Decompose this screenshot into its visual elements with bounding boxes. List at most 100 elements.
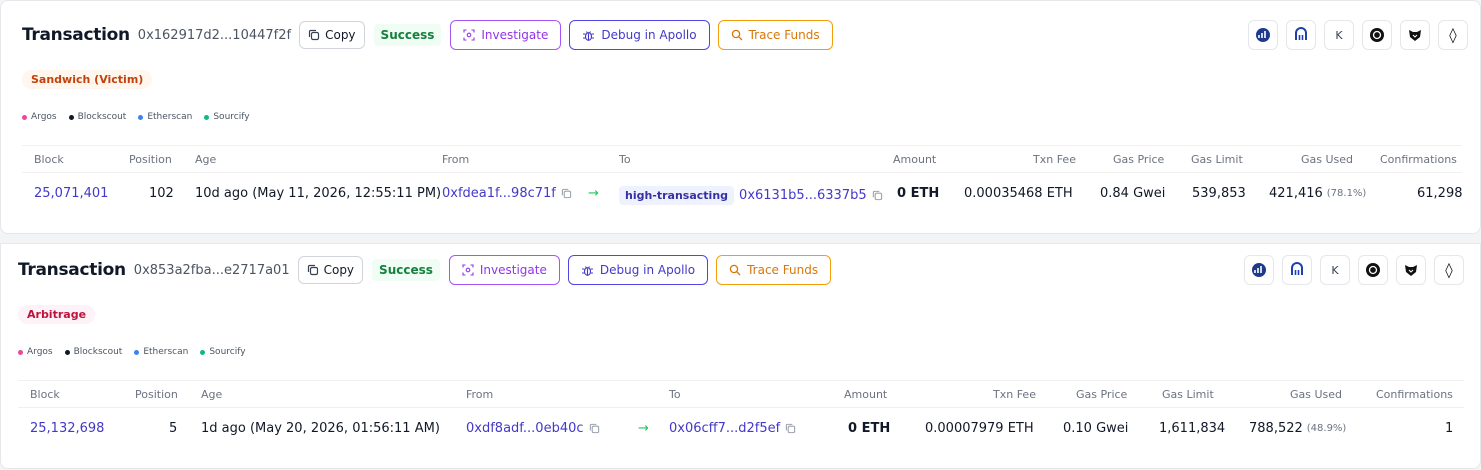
chart-logo-icon[interactable] [1248, 20, 1278, 50]
confirmations-value: 61,298 [1417, 186, 1463, 201]
col-gas-price: Gas Price [1113, 153, 1165, 166]
copy-icon [308, 29, 320, 41]
source-label: Argos [31, 112, 57, 122]
col-gas-limit: Gas Limit [1162, 388, 1214, 401]
search-icon [729, 264, 741, 276]
debug-button[interactable]: Debug in Apollo [567, 255, 709, 285]
from-address-link[interactable]: 0xfdea1f...98c71f [442, 186, 556, 201]
copy-icon[interactable] [785, 423, 796, 434]
source-blockscout[interactable]: Blockscout [68, 112, 126, 122]
col-to: To [669, 388, 681, 401]
ethereum-icon[interactable]: ◊ [1438, 20, 1468, 50]
from-address-link[interactable]: 0xdf8adf...0eb40c [466, 421, 584, 436]
to-address-link[interactable]: 0x06cff7...d2f5ef [669, 421, 780, 436]
debug-label: Debug in Apollo [601, 28, 697, 42]
source-sourcify[interactable]: Sourcify [200, 347, 246, 357]
investigate-icon [463, 29, 475, 41]
gas-used-percent: (48.9%) [1306, 423, 1347, 434]
copy-icon[interactable] [872, 190, 883, 201]
k-glyph: K [1335, 28, 1343, 42]
copy-icon[interactable] [561, 188, 572, 199]
col-gas-limit: Gas Limit [1191, 153, 1243, 166]
to-cell: 0x06cff7...d2f5ef [669, 421, 796, 436]
fox-logo-icon[interactable] [1400, 20, 1430, 50]
gas-limit-value: 1,611,834 [1159, 421, 1226, 436]
source-sourcify[interactable]: Sourcify [204, 112, 250, 122]
col-age: Age [201, 388, 223, 401]
source-etherscan[interactable]: Etherscan [138, 112, 192, 122]
source-etherscan[interactable]: Etherscan [134, 347, 188, 357]
col-gas-price: Gas Price [1076, 388, 1128, 401]
gas-price-value: 0.84 Gwei [1100, 186, 1166, 201]
transaction-hash[interactable]: 0x853a2fba...e2717a01 [134, 263, 290, 278]
chart-logo-icon[interactable] [1244, 255, 1274, 285]
status-badge: Success [373, 24, 442, 46]
copy-label: Copy [325, 28, 356, 42]
debug-button[interactable]: Debug in Apollo [569, 20, 710, 50]
table-header [22, 145, 1462, 173]
gas-price-value: 0.10 Gwei [1063, 421, 1129, 436]
fox-logo-icon[interactable] [1396, 255, 1426, 285]
investigate-button[interactable]: Investigate [448, 255, 560, 285]
confirmations-value: 1 [1445, 421, 1454, 436]
amount-value: 0 ETH [848, 421, 891, 436]
trace-funds-button[interactable]: Trace Funds [717, 20, 833, 50]
k-logo-icon[interactable]: K [1320, 255, 1350, 285]
col-confirmations: Confirmations [1376, 388, 1453, 401]
col-amount: Amount [844, 388, 888, 401]
col-block: Block [34, 153, 64, 166]
copy-button[interactable]: Copy [297, 256, 364, 284]
eth-glyph: ◊ [1445, 261, 1453, 279]
block-link[interactable]: 25,071,401 [34, 186, 108, 201]
to-cell: high-transacting 0x6131b5...6337b5 [619, 186, 883, 205]
col-gas-used: Gas Used [1301, 153, 1354, 166]
source-argos[interactable]: Argos [22, 112, 57, 122]
source-label: Etherscan [147, 112, 193, 122]
block-link[interactable]: 25,132,698 [30, 421, 104, 436]
copy-icon[interactable] [589, 423, 600, 434]
investigate-label: Investigate [479, 263, 547, 277]
gas-limit-value: 539,853 [1192, 186, 1246, 201]
col-confirmations: Confirmations [1380, 153, 1457, 166]
ethereum-icon[interactable]: ◊ [1434, 255, 1464, 285]
arrow-right-icon: → [588, 186, 599, 201]
col-age: Age [195, 153, 217, 166]
fee-value: 0.00007979 ETH [925, 421, 1034, 436]
transaction-header: Transaction 0x162917d2...10447f2f Copy S… [22, 20, 841, 50]
gas-used-value: 421,416 [1269, 186, 1323, 201]
investigate-icon [462, 264, 474, 276]
bridge-logo-icon[interactable] [1286, 20, 1316, 50]
source-argos[interactable]: Argos [18, 347, 53, 357]
from-cell: 0xdf8adf...0eb40c [466, 421, 600, 436]
eth-glyph: ◊ [1449, 26, 1457, 44]
source-label: Sourcify [213, 112, 250, 122]
gas-used-cell: 788,522 (48.9%) [1249, 421, 1346, 436]
mev-tag: Arbitrage [18, 305, 96, 324]
col-from: From [466, 388, 494, 401]
source-label: Argos [27, 347, 53, 357]
col-gas-used: Gas Used [1290, 388, 1343, 401]
circle-logo-icon[interactable] [1362, 20, 1392, 50]
transaction-hash[interactable]: 0x162917d2...10447f2f [138, 28, 291, 43]
search-icon [731, 29, 743, 41]
k-logo-icon[interactable]: K [1324, 20, 1354, 50]
circle-logo-icon[interactable] [1358, 255, 1388, 285]
to-address-link[interactable]: 0x6131b5...6337b5 [739, 188, 867, 203]
k-glyph: K [1331, 263, 1339, 277]
copy-button[interactable]: Copy [299, 21, 365, 49]
arrow-right-icon: → [638, 421, 649, 436]
investigate-button[interactable]: Investigate [450, 20, 562, 50]
amount-value: 0 ETH [897, 186, 940, 201]
col-block: Block [30, 388, 60, 401]
age-value: 10d ago (May 11, 2026, 12:55:11 PM) [195, 186, 442, 201]
bridge-logo-icon[interactable] [1282, 255, 1312, 285]
position-value: 5 [169, 421, 178, 436]
trace-funds-label: Trace Funds [748, 28, 820, 42]
debug-label: Debug in Apollo [599, 263, 696, 277]
col-amount: Amount [893, 153, 937, 166]
status-badge: Success [372, 259, 440, 281]
source-list: Argos Blockscout Etherscan Sourcify [22, 112, 250, 122]
age-value: 1d ago (May 20, 2026, 01:56:11 AM) [201, 421, 440, 436]
source-blockscout[interactable]: Blockscout [64, 347, 122, 357]
trace-funds-button[interactable]: Trace Funds [716, 255, 832, 285]
